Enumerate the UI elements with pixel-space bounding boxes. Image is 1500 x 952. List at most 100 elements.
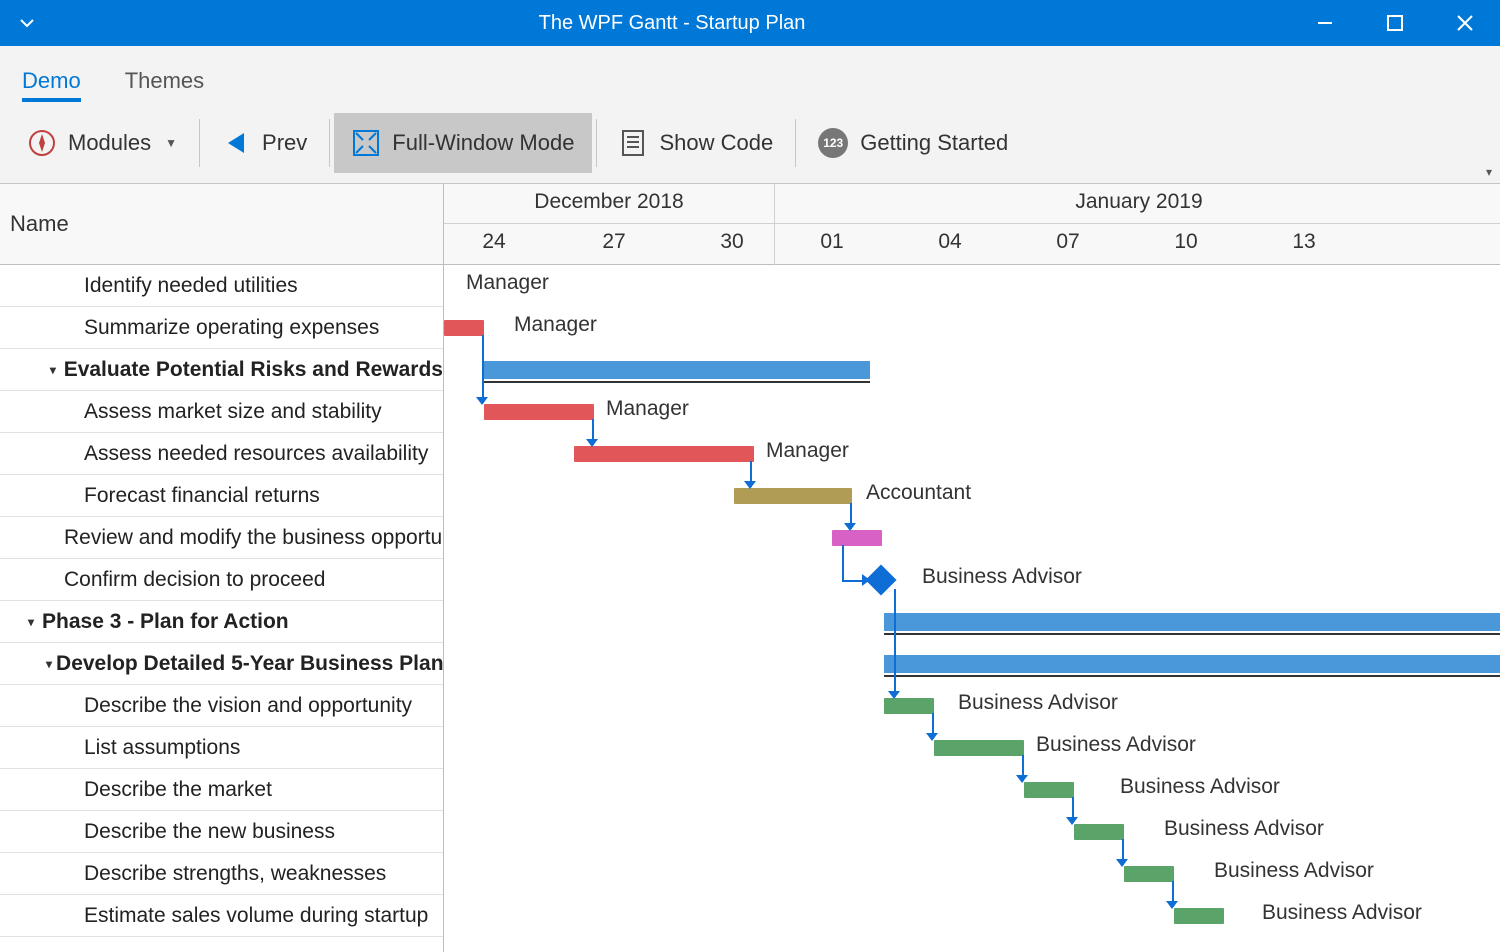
summary-bar[interactable] [484,361,870,379]
connector-arrow [1116,859,1128,867]
connector-arrow [1066,817,1078,825]
gantt-bar[interactable] [734,488,852,504]
task-row[interactable]: Describe the new business [0,811,443,853]
gantt-row: Business Advisor [444,895,1500,937]
chevron-down-icon: ▼ [165,136,177,150]
day-label: 04 [920,230,980,254]
gantt-row: Business Advisor [444,559,1500,601]
gantt-row: Accountant [444,475,1500,517]
prev-button[interactable]: Prev [204,113,325,173]
task-row[interactable]: ▾Develop Detailed 5-Year Business Plan [0,643,443,685]
connector-arrow [476,397,488,405]
close-button[interactable] [1430,0,1500,46]
task-label: Describe the new business [84,820,335,844]
gantt-bar[interactable] [484,404,594,420]
tab-demo[interactable]: Demo [22,58,81,102]
fullscreen-icon [352,129,380,157]
month-label: December 2018 [444,190,774,214]
showcode-label: Show Code [659,130,773,156]
gantt-area[interactable]: December 2018January 2019 24273001040710… [444,184,1500,952]
gantt-bar[interactable] [884,698,934,714]
gantt-bar[interactable] [1124,866,1174,882]
gantt-row [444,349,1500,391]
gantt-header: December 2018January 2019 24273001040710… [444,184,1500,265]
day-label: 07 [1038,230,1098,254]
task-row[interactable]: Describe the vision and opportunity [0,685,443,727]
getting-started-label: Getting Started [860,130,1008,156]
expand-icon[interactable]: ▾ [46,657,52,671]
bar-label: Manager [466,271,549,295]
connector [842,545,844,580]
day-label: 24 [464,230,524,254]
timeline-months: December 2018January 2019 [444,184,1500,224]
expand-icon[interactable]: ▾ [46,363,60,377]
connector [482,335,484,403]
task-label: Describe the vision and opportunity [84,694,412,718]
summary-bar[interactable] [884,655,1500,673]
day-label: 27 [584,230,644,254]
toolbar: Modules ▼ Prev Full-Window Mode Show Cod… [0,102,1500,184]
separator [596,119,597,167]
task-row[interactable]: Assess needed resources availability [0,433,443,475]
task-row[interactable]: Forecast financial returns [0,475,443,517]
separator [329,119,330,167]
gantt-row: Business Advisor [444,811,1500,853]
bar-label: Business Advisor [1036,733,1196,757]
task-label: Identify needed utilities [84,274,298,298]
quick-access-dropdown-icon[interactable] [0,15,54,31]
minimize-button[interactable] [1290,0,1360,46]
milestone[interactable] [865,564,896,595]
gantt-bar[interactable] [444,320,484,336]
summary-bar[interactable] [884,613,1500,631]
document-icon [619,129,647,157]
gantt-row: Manager [444,391,1500,433]
maximize-button[interactable] [1360,0,1430,46]
task-label: Evaluate Potential Risks and Rewards [64,358,443,382]
connector-arrow [926,733,938,741]
day-label: 01 [802,230,862,254]
task-label: Describe strengths, weaknesses [84,862,386,886]
gantt-bar[interactable] [1174,908,1224,924]
bar-label: Manager [766,439,849,463]
task-label: List assumptions [84,736,240,760]
bar-label: Manager [606,397,689,421]
full-window-mode-button[interactable]: Full-Window Mode [334,113,592,173]
task-row[interactable]: ▾ Evaluate Potential Risks and Rewards [0,349,443,391]
gantt-row [444,601,1500,643]
expand-icon[interactable]: ▾ [24,615,38,629]
ribbon-overflow-icon[interactable]: ▾ [1486,165,1492,179]
separator [199,119,200,167]
task-row[interactable]: Assess market size and stability [0,391,443,433]
day-label: 30 [702,230,762,254]
tab-themes[interactable]: Themes [125,58,204,102]
separator [795,119,796,167]
bar-label: Business Advisor [958,691,1118,715]
gantt-bar[interactable] [574,446,754,462]
bar-label: Accountant [866,481,971,505]
task-row[interactable]: List assumptions [0,727,443,769]
summary-line [484,381,870,383]
getting-started-button[interactable]: 123 Getting Started [800,112,1026,174]
gantt-bar[interactable] [1074,824,1124,840]
task-row[interactable]: Summarize operating expenses [0,307,443,349]
gantt-bar[interactable] [934,740,1024,756]
timeline-days: 2427300104071013 [444,224,1500,264]
modules-button[interactable]: Modules ▼ [10,113,195,173]
gantt-row: Business Advisor [444,769,1500,811]
task-row[interactable]: Estimate sales volume during startup [0,895,443,937]
task-row[interactable]: ▾Phase 3 - Plan for Action [0,601,443,643]
show-code-button[interactable]: Show Code [601,113,791,173]
tasklist-header[interactable]: Name [0,184,443,265]
task-row[interactable]: Confirm decision to proceed [0,559,443,601]
bar-label: Business Advisor [1164,817,1324,841]
task-list: Name Identify needed utilities Summarize … [0,184,444,952]
task-row[interactable]: Describe strengths, weaknesses [0,853,443,895]
task-row[interactable]: Describe the market [0,769,443,811]
gantt-bar[interactable] [832,530,882,546]
gantt-row [444,517,1500,559]
gantt-bar[interactable] [1024,782,1074,798]
task-row[interactable]: Review and modify the business opportuni… [0,517,443,559]
modules-label: Modules [68,130,151,156]
task-row[interactable]: Identify needed utilities [0,265,443,307]
fullwindow-label: Full-Window Mode [392,130,574,156]
